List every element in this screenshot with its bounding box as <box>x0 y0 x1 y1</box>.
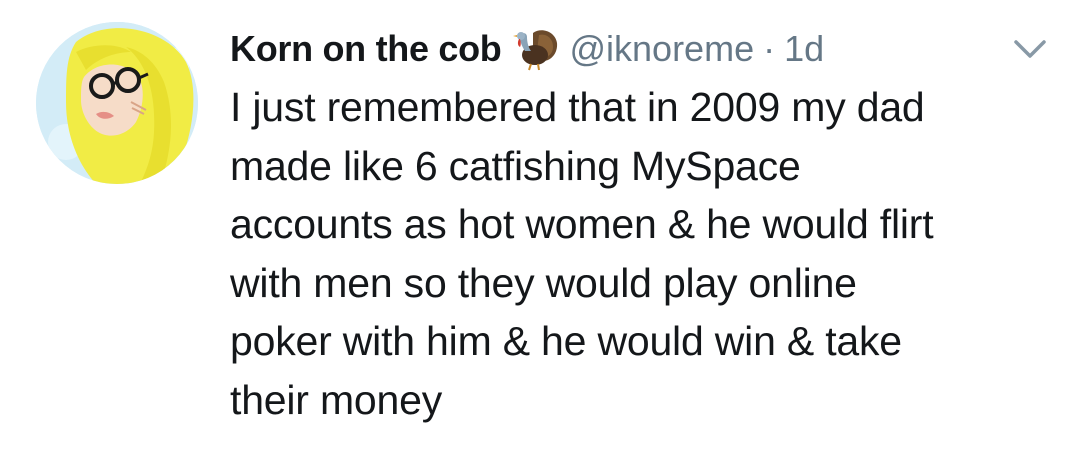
turkey-icon <box>511 27 559 71</box>
timestamp[interactable]: 1d <box>784 28 824 70</box>
tweet-text-line: poker with him & he would win & take <box>230 318 902 364</box>
tweet-text: I just remembered that in 2009 my dad ma… <box>230 78 1050 429</box>
tweet-header: Korn on the cob @iknoreme · 1d <box>230 24 824 74</box>
tweet-text-line: their money <box>230 376 443 423</box>
display-name[interactable]: Korn on the cob <box>230 28 502 70</box>
chevron-down-icon[interactable] <box>1010 34 1050 64</box>
user-handle[interactable]: @iknoreme <box>569 28 754 70</box>
tweet-text-line: with men so they would play online <box>230 259 857 306</box>
tweet-card[interactable]: Korn on the cob @iknoreme · 1d I just re… <box>0 0 1080 466</box>
separator-dot: · <box>763 28 776 69</box>
tweet-text-line: made like 6 catfishing MySpace <box>230 142 801 189</box>
tweet-text-line: accounts as hot women & he would flirt <box>230 201 934 247</box>
avatar[interactable] <box>36 22 198 184</box>
tweet-text-line: I just remembered that in 2009 my dad <box>230 84 925 130</box>
